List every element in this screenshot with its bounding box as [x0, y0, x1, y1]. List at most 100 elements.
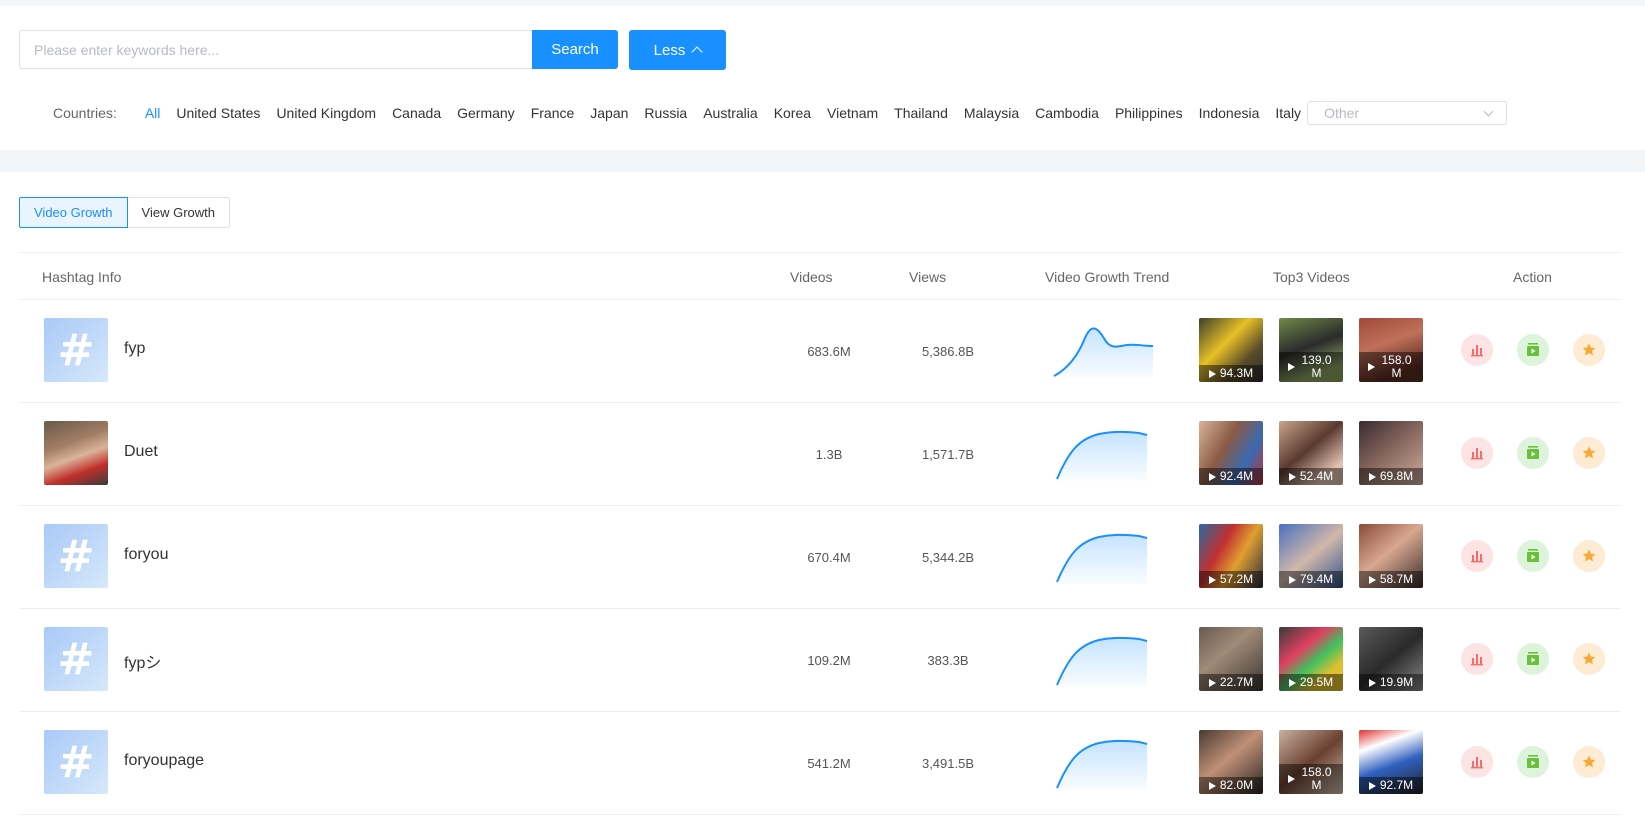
country-vietnam[interactable]: Vietnam	[827, 105, 878, 121]
country-russia[interactable]: Russia	[644, 105, 687, 121]
growth-trend-sparkline	[1049, 526, 1159, 595]
videos-button[interactable]	[1517, 437, 1549, 469]
hashtag-table: Hashtag Info Videos Views Video Growth T…	[19, 252, 1621, 815]
table-row[interactable]: # foryoupage 541.2M 3,491.5B 82.0M 158.0 M 92…	[19, 712, 1621, 815]
video-thumbnail[interactable]: 52.4M	[1279, 421, 1343, 485]
play-icon	[1287, 775, 1295, 783]
play-count-text: 22.7M	[1219, 675, 1254, 689]
videos-button[interactable]	[1517, 334, 1549, 366]
growth-tabs: Video Growth View Growth	[19, 197, 230, 228]
hashtag-name[interactable]: foryou	[124, 546, 168, 564]
video-thumbnail[interactable]: 82.0M	[1199, 730, 1263, 794]
row-actions	[1461, 643, 1605, 675]
video-play-count: 158.0 M	[1359, 352, 1423, 382]
video-thumbnail[interactable]: 58.7M	[1359, 524, 1423, 588]
video-thumbnail[interactable]: 19.9M	[1359, 627, 1423, 691]
video-play-count: 92.4M	[1199, 468, 1263, 485]
country-japan[interactable]: Japan	[590, 105, 628, 121]
other-country-select[interactable]: Other	[1307, 101, 1508, 125]
country-philippines[interactable]: Philippines	[1115, 105, 1183, 121]
tab-video-growth[interactable]: Video Growth	[19, 197, 128, 228]
videos-button[interactable]	[1517, 746, 1549, 778]
analytics-button[interactable]	[1461, 540, 1493, 572]
top3-videos: 57.2M 79.4M 58.7M	[1199, 524, 1423, 588]
play-icon	[1208, 678, 1216, 687]
play-icon	[1208, 472, 1216, 481]
less-button[interactable]: Less	[629, 30, 726, 70]
play-icon	[1288, 472, 1296, 481]
play-count-text: 29.5M	[1299, 675, 1334, 689]
play-icon	[1288, 678, 1296, 687]
growth-trend-sparkline	[1049, 320, 1159, 389]
video-thumbnail[interactable]: 29.5M	[1279, 627, 1343, 691]
hashtag-icon: #	[44, 524, 108, 588]
favorite-button[interactable]	[1573, 437, 1605, 469]
header-views: Views	[909, 269, 947, 285]
video-icon	[1525, 445, 1541, 461]
play-count-text: 158.0 M	[1301, 765, 1332, 792]
tab-view-growth[interactable]: View Growth	[127, 197, 230, 228]
video-thumbnail[interactable]: 79.4M	[1279, 524, 1343, 588]
header-hashtag-info: Hashtag Info	[42, 269, 122, 285]
video-count: 541.2M	[807, 756, 851, 771]
analytics-button[interactable]	[1461, 746, 1493, 778]
hashtag-icon: #	[44, 627, 108, 691]
table-row[interactable]: # foryou 670.4M 5,344.2B 57.2M 79.4M 58.7M	[19, 506, 1621, 609]
favorite-button[interactable]	[1573, 643, 1605, 675]
video-thumbnail[interactable]: 57.2M	[1199, 524, 1263, 588]
video-thumbnail[interactable]: 158.0 M	[1279, 730, 1343, 794]
hashtag-name[interactable]: Duet	[124, 443, 158, 461]
hashtag-name[interactable]: fypシ	[124, 649, 161, 673]
country-cambodia[interactable]: Cambodia	[1035, 105, 1099, 121]
country-korea[interactable]: Korea	[774, 105, 811, 121]
play-count-text: 79.4M	[1299, 572, 1334, 586]
hashtag-name[interactable]: foryoupage	[124, 752, 204, 770]
country-germany[interactable]: Germany	[457, 105, 515, 121]
play-count-text: 92.4M	[1219, 469, 1254, 483]
search-panel: Search Less Countries: All United States U…	[0, 6, 1645, 150]
analytics-button[interactable]	[1461, 643, 1493, 675]
favorite-button[interactable]	[1573, 746, 1605, 778]
country-united-states[interactable]: United States	[176, 105, 260, 121]
videos-button[interactable]	[1517, 540, 1549, 572]
video-thumbnail[interactable]: 92.7M	[1359, 730, 1423, 794]
search-input[interactable]	[19, 30, 532, 69]
country-all[interactable]: All	[145, 105, 161, 121]
table-row[interactable]: # fyp 683.6M 5,386.8B 94.3M 139.0 M 158.0 M	[19, 300, 1621, 403]
video-play-count: 52.4M	[1279, 468, 1343, 485]
video-thumbnail[interactable]: 94.3M	[1199, 318, 1263, 382]
hashtag-name[interactable]: fyp	[124, 340, 145, 358]
table-row[interactable]: # fypシ 109.2M 383.3B 22.7M 29.5M 19.9M	[19, 609, 1621, 712]
top3-videos: 82.0M 158.0 M 92.7M	[1199, 730, 1423, 794]
country-france[interactable]: France	[531, 105, 575, 121]
country-united-kingdom[interactable]: United Kingdom	[276, 105, 376, 121]
video-thumbnail[interactable]: 69.8M	[1359, 421, 1423, 485]
play-count-text: 92.7M	[1379, 778, 1414, 792]
videos-button[interactable]	[1517, 643, 1549, 675]
country-italy[interactable]: Italy	[1275, 105, 1301, 121]
row-actions	[1461, 746, 1605, 778]
video-thumbnail[interactable]: 139.0 M	[1279, 318, 1343, 382]
country-canada[interactable]: Canada	[392, 105, 441, 121]
video-thumbnail[interactable]: 22.7M	[1199, 627, 1263, 691]
table-row[interactable]: Duet 1.3B 1,571.7B 92.4M 52.4M 69.8M	[19, 403, 1621, 506]
play-icon	[1208, 369, 1216, 378]
video-thumbnail[interactable]: 158.0 M	[1359, 318, 1423, 382]
chevron-down-icon	[1483, 106, 1494, 117]
favorite-button[interactable]	[1573, 540, 1605, 572]
search-button[interactable]: Search	[532, 30, 618, 69]
country-malaysia[interactable]: Malaysia	[964, 105, 1019, 121]
analytics-button[interactable]	[1461, 437, 1493, 469]
header-videos: Videos	[790, 269, 833, 285]
video-thumbnail[interactable]: 92.4M	[1199, 421, 1263, 485]
video-play-count: 92.7M	[1359, 777, 1423, 794]
play-icon	[1368, 575, 1376, 584]
country-indonesia[interactable]: Indonesia	[1199, 105, 1260, 121]
analytics-button[interactable]	[1461, 334, 1493, 366]
favorite-button[interactable]	[1573, 334, 1605, 366]
video-play-count: 69.8M	[1359, 468, 1423, 485]
view-count: 3,491.5B	[921, 756, 975, 771]
country-thailand[interactable]: Thailand	[894, 105, 948, 121]
country-australia[interactable]: Australia	[703, 105, 757, 121]
chevron-up-icon	[691, 46, 704, 58]
